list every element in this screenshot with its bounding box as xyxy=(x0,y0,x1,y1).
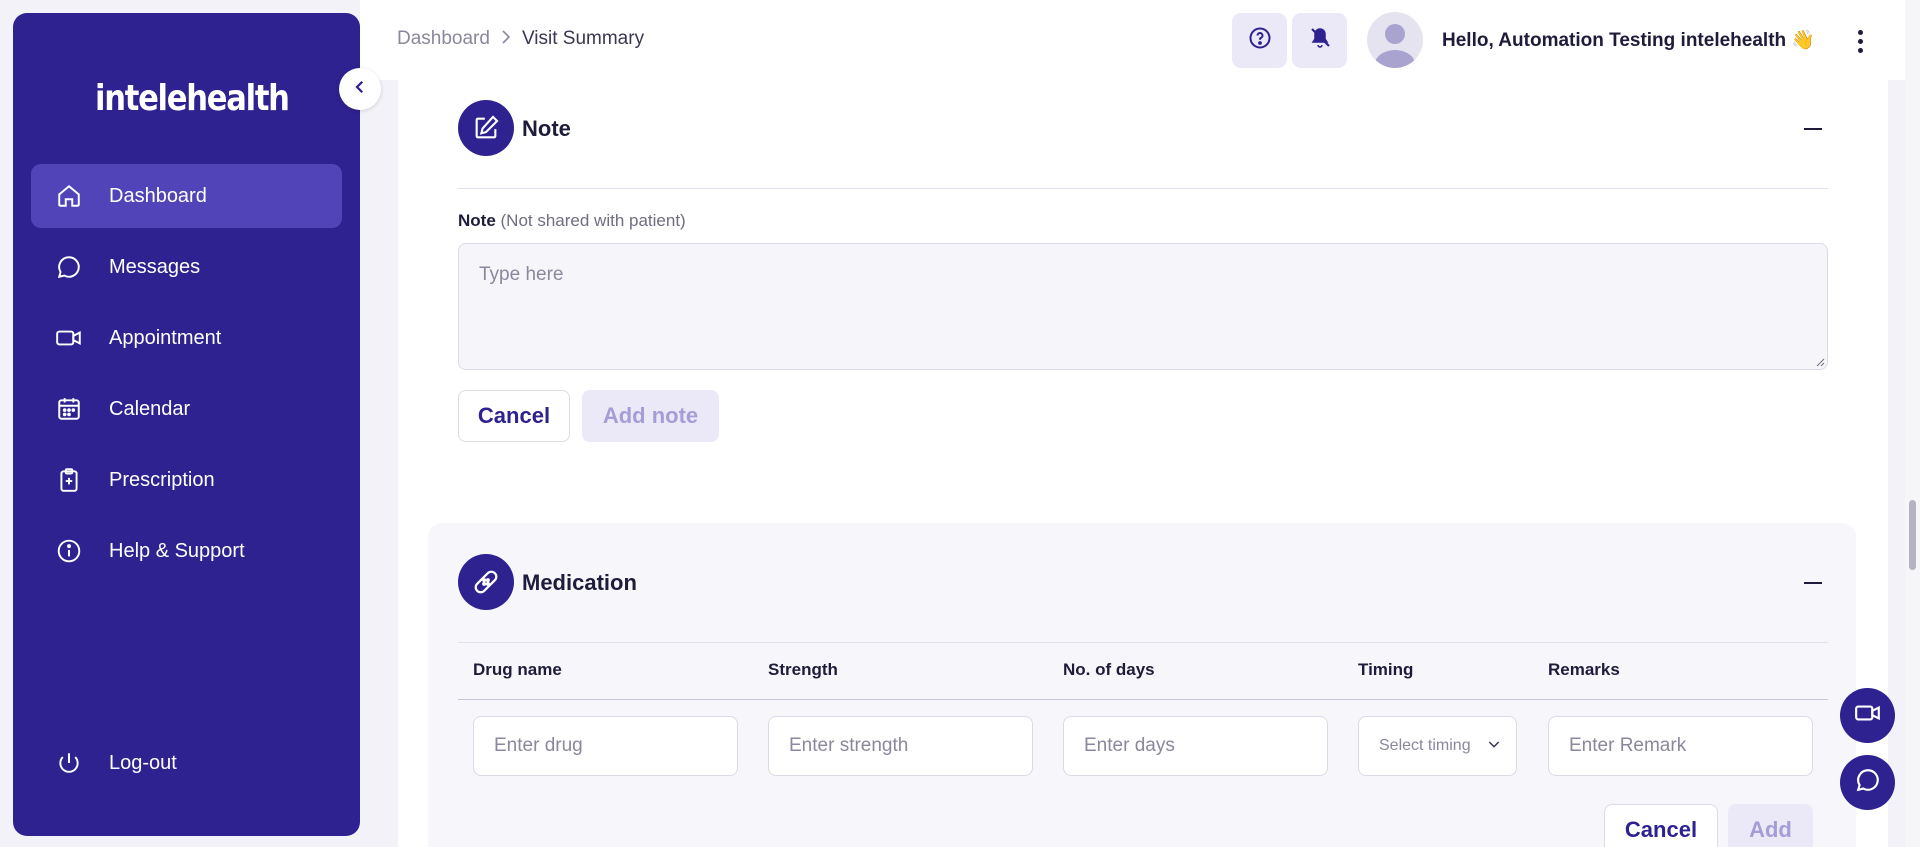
medication-cancel-button[interactable]: Cancel xyxy=(1604,804,1718,847)
video-icon xyxy=(1854,700,1882,731)
wave-icon: 👋 xyxy=(1791,30,1816,51)
clipboard-icon xyxy=(55,466,83,494)
column-header-strength: Strength xyxy=(768,660,838,679)
column-header-timing: Timing xyxy=(1358,660,1414,679)
sidebar-item-help[interactable]: Help & Support xyxy=(31,519,342,583)
user-greeting: Hello, Automation Testing intelehealth 👋 xyxy=(1442,30,1816,51)
logout-label: Log-out xyxy=(109,751,177,774)
video-icon xyxy=(55,324,83,352)
divider xyxy=(458,642,1828,643)
divider xyxy=(458,188,1828,189)
note-textarea[interactable]: Type here xyxy=(458,243,1828,370)
timing-select[interactable]: Select timing xyxy=(1358,716,1517,776)
visit-summary-content: Note Note (Not shared with patient) Type… xyxy=(398,80,1888,847)
scrollbar-thumb[interactable] xyxy=(1909,500,1916,570)
remarks-input[interactable]: Enter Remark xyxy=(1548,716,1813,776)
collapse-medication-button[interactable] xyxy=(1804,582,1822,584)
more-menu-icon[interactable] xyxy=(1850,26,1870,56)
sidebar-item-label: Prescription xyxy=(109,468,215,491)
sidebar-nav: Dashboard Messages Appointment Calendar … xyxy=(31,164,342,590)
info-icon xyxy=(55,537,83,565)
medication-section-title: Medication xyxy=(522,570,637,595)
column-header-remarks: Remarks xyxy=(1548,660,1620,679)
breadcrumb: Dashboard Visit Summary xyxy=(397,28,644,50)
sidebar-item-prescription[interactable]: Prescription xyxy=(31,448,342,512)
sidebar-item-appointment[interactable]: Appointment xyxy=(31,306,342,370)
note-placeholder: Type here xyxy=(479,264,564,285)
breadcrumb-dashboard[interactable]: Dashboard xyxy=(397,28,490,50)
resize-handle-icon[interactable] xyxy=(1815,357,1825,367)
collapse-note-button[interactable] xyxy=(1804,128,1822,130)
avatar[interactable] xyxy=(1367,12,1423,68)
timing-select-label: Select timing xyxy=(1379,737,1471,754)
sidebar-item-calendar[interactable]: Calendar xyxy=(31,377,342,441)
sidebar-item-messages[interactable]: Messages xyxy=(31,235,342,299)
intelehealth-logo: intelehealth xyxy=(91,73,290,119)
note-label: Note (Not shared with patient) xyxy=(458,211,686,230)
strength-input[interactable]: Enter strength xyxy=(768,716,1033,776)
collapse-sidebar-button[interactable] xyxy=(339,68,381,110)
question-icon xyxy=(1248,26,1272,55)
column-header-days: No. of days xyxy=(1063,660,1155,679)
note-cancel-button[interactable]: Cancel xyxy=(458,390,570,442)
sidebar-item-label: Appointment xyxy=(109,326,222,349)
add-medication-button[interactable]: Add xyxy=(1728,804,1813,847)
drug-name-input[interactable]: Enter drug xyxy=(473,716,738,776)
edit-note-icon xyxy=(458,100,514,156)
notifications-button[interactable] xyxy=(1292,13,1347,68)
chat-icon xyxy=(1855,767,1881,798)
medication-card xyxy=(428,523,1856,847)
add-note-button[interactable]: Add note xyxy=(582,390,719,442)
logout-button[interactable]: Log-out xyxy=(31,731,342,795)
chevron-left-icon xyxy=(351,78,369,101)
days-input[interactable]: Enter days xyxy=(1063,716,1328,776)
page-scrollbar[interactable] xyxy=(1905,0,1920,847)
column-header-drug: Drug name xyxy=(473,660,562,679)
divider xyxy=(458,699,1828,700)
sidebar-item-label: Messages xyxy=(109,255,201,278)
calendar-icon xyxy=(55,395,83,423)
bell-off-icon xyxy=(1308,26,1332,55)
help-button[interactable] xyxy=(1232,13,1287,68)
home-icon xyxy=(55,182,83,210)
chevron-down-icon xyxy=(1486,736,1502,757)
power-icon xyxy=(55,749,83,777)
sidebar-item-label: Dashboard xyxy=(109,184,207,207)
sidebar-item-label: Calendar xyxy=(109,397,191,420)
top-header: Dashboard Visit Summary Hello, Automatio… xyxy=(360,0,1920,80)
sidebar-item-label: Help & Support xyxy=(109,539,245,562)
note-section-title: Note xyxy=(522,116,571,141)
bandage-icon xyxy=(458,554,514,610)
breadcrumb-current: Visit Summary xyxy=(521,28,645,49)
sidebar: intelehealth Dashboard Messages Appointm… xyxy=(13,13,360,836)
chevron-right-icon xyxy=(500,28,512,50)
video-call-button[interactable] xyxy=(1840,688,1895,743)
chat-icon xyxy=(55,253,83,281)
sidebar-item-dashboard[interactable]: Dashboard xyxy=(31,164,342,228)
chat-button[interactable] xyxy=(1840,755,1895,810)
